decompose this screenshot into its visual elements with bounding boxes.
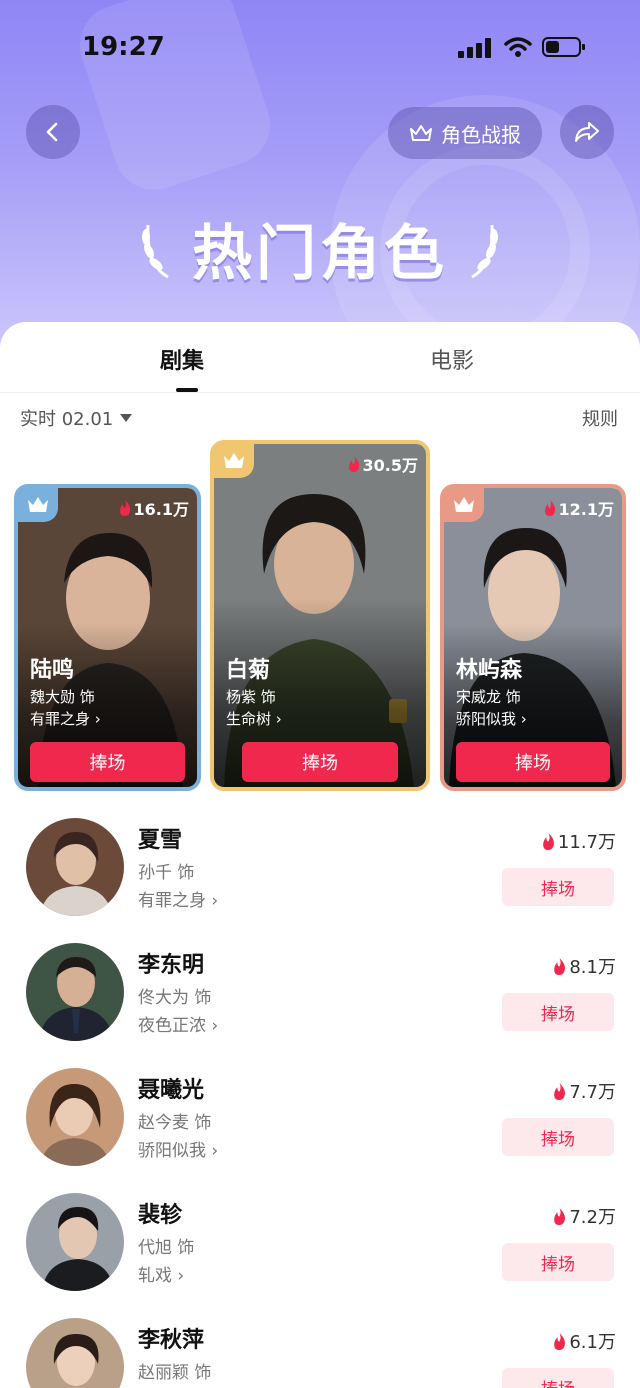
flame-icon	[544, 500, 555, 516]
flame-icon	[119, 500, 130, 516]
date-filter[interactable]: 实时 02.01	[20, 405, 133, 431]
show-link[interactable]: 轧戏 ›	[138, 1261, 184, 1286]
character-name: 白菊	[226, 658, 271, 683]
cheer-button[interactable]: 捧场	[242, 742, 398, 782]
top-card-rank-1[interactable]: 30.5万 白菊 杨紫 饰 生命树 › 捧场	[210, 440, 430, 791]
flame-icon	[554, 1332, 566, 1350]
cheer-button[interactable]: 捧场	[502, 993, 614, 1031]
top-card-rank-3[interactable]: 12.1万 林屿森 宋威龙 饰 骄阳似我 › 捧场	[440, 484, 626, 791]
character-name: 李秋萍	[138, 1328, 205, 1353]
show-link[interactable]: 骄阳似我 ›	[456, 708, 527, 729]
character-name: 林屿森	[456, 658, 523, 683]
avatar	[26, 1068, 124, 1166]
character-name: 夏雪	[138, 828, 183, 853]
share-button[interactable]	[560, 105, 614, 159]
list-item[interactable]: 裴轸 代旭 饰 轧戏 › 7.2万 捧场	[0, 1193, 640, 1318]
laurel-right-icon	[471, 224, 498, 279]
battery-icon	[542, 37, 585, 57]
list-item[interactable]: 李秋萍 赵丽颖 饰 6.1万 捧场	[0, 1318, 640, 1388]
flame-icon	[554, 1082, 566, 1100]
cellular-signal-icon	[458, 38, 491, 58]
tab-movies[interactable]: 电影	[430, 343, 474, 375]
cheer-button[interactable]: 捧场	[30, 742, 185, 782]
actor-credit: 魏大勋 饰	[30, 688, 95, 706]
rank-crown-icon	[444, 488, 484, 522]
date-filter-label: 实时 02.01	[20, 409, 114, 430]
cheer-button[interactable]: 捧场	[502, 868, 614, 906]
show-link[interactable]: 生命树 ›	[226, 708, 282, 729]
character-name: 陆鸣	[30, 658, 75, 683]
character-name: 裴轸	[138, 1203, 183, 1228]
flame-icon	[554, 1207, 566, 1225]
page-title: 热门角色	[192, 219, 448, 289]
heat-value: 7.2万	[553, 1203, 616, 1229]
heat-value: 11.7万	[542, 828, 616, 854]
show-link[interactable]: 有罪之身 ›	[30, 708, 101, 729]
character-name: 聂曦光	[138, 1078, 205, 1103]
show-link[interactable]: 夜色正浓 ›	[138, 1011, 218, 1036]
heat-value: 12.1万	[544, 496, 614, 520]
cheer-button[interactable]: 捧场	[502, 1243, 614, 1281]
heat-value: 30.5万	[348, 452, 418, 476]
actor-credit: 代旭 饰	[138, 1238, 195, 1258]
avatar	[26, 943, 124, 1041]
top-card-rank-2[interactable]: 16.1万 陆鸣 魏大勋 饰 有罪之身 › 捧场	[14, 484, 201, 791]
avatar	[26, 1193, 124, 1291]
list-item[interactable]: 夏雪 孙千 饰 有罪之身 › 11.7万 捧场	[0, 818, 640, 943]
heat-value: 8.1万	[553, 953, 616, 979]
rank-crown-icon	[214, 444, 254, 478]
tab-series[interactable]: 剧集	[160, 343, 204, 375]
back-button[interactable]	[26, 105, 80, 159]
avatar	[26, 1318, 124, 1388]
list-item[interactable]: 聂曦光 赵今麦 饰 骄阳似我 › 7.7万 捧场	[0, 1068, 640, 1193]
flame-icon	[554, 957, 566, 975]
status-time: 19:27	[82, 32, 165, 62]
actor-credit: 宋威龙 饰	[456, 688, 521, 706]
actor-credit: 佟大为 饰	[138, 988, 212, 1008]
chevron-left-icon	[46, 122, 58, 142]
actor-credit: 赵丽颖 饰	[138, 1363, 212, 1383]
caret-down-icon	[120, 414, 133, 422]
role-report-button[interactable]: 角色战报	[388, 107, 542, 159]
status-bar: 19:27	[0, 0, 640, 96]
flame-icon	[543, 832, 554, 850]
show-link[interactable]: 骄阳似我 ›	[138, 1136, 218, 1161]
wifi-icon	[504, 37, 532, 57]
character-name: 李东明	[138, 953, 205, 978]
list-item[interactable]: 李东明 佟大为 饰 夜色正浓 › 8.1万 捧场	[0, 943, 640, 1068]
actor-credit: 杨紫 饰	[226, 688, 276, 706]
flame-icon	[348, 456, 359, 472]
share-arrow-icon	[575, 122, 599, 142]
cheer-button[interactable]: 捧场	[502, 1118, 614, 1156]
tab-divider	[0, 392, 640, 393]
heat-value: 6.1万	[553, 1328, 616, 1354]
rank-crown-icon	[18, 488, 58, 522]
heat-value: 7.7万	[553, 1078, 616, 1104]
cheer-button[interactable]: 捧场	[456, 742, 610, 782]
crown-icon	[410, 125, 432, 141]
avatar	[26, 818, 124, 916]
show-link[interactable]: 有罪之身 ›	[138, 886, 218, 911]
actor-credit: 孙千 饰	[138, 863, 195, 883]
rules-link[interactable]: 规则	[582, 405, 618, 431]
role-report-label: 角色战报	[441, 122, 521, 147]
actor-credit: 赵今麦 饰	[138, 1113, 212, 1133]
cheer-button[interactable]: 捧场	[502, 1368, 614, 1388]
heat-value: 16.1万	[119, 496, 189, 520]
